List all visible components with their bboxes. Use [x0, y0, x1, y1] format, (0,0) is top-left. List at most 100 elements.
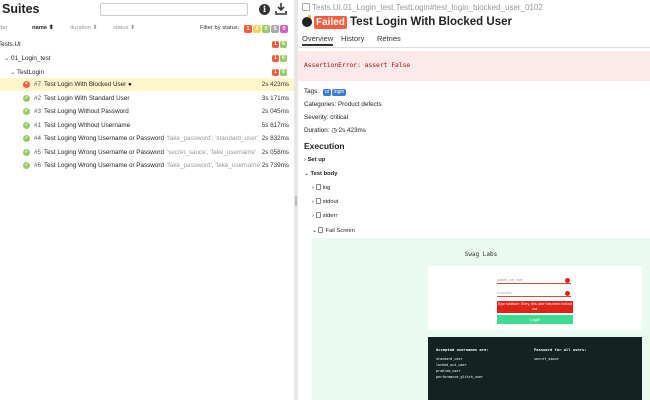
test-name: #5 Test Loging Wrong Username or Password… [34, 148, 257, 156]
filter-failed[interactable]: 1 [244, 25, 252, 33]
failed-count-badge: 1 [272, 69, 279, 76]
screenshot-error-banner: Epic sadface: Sorry, this user has been … [497, 301, 573, 313]
passed-status-icon: ✓ [23, 135, 30, 142]
sort-status[interactable]: status ⬍ [113, 25, 135, 31]
test-row[interactable]: ✓ #5 Test Loging Wrong Username or Passwor… [0, 146, 294, 159]
chevron-right-icon: › [312, 213, 314, 219]
tab-history[interactable]: History [341, 34, 364, 43]
severity: Severity: critical [304, 114, 349, 121]
categories: Categories: Product defects [304, 101, 382, 108]
password-heading: Password for all users: [534, 347, 587, 352]
password-value: secret_sauce [534, 357, 559, 361]
allure-report: Suites i order name ⬍ duration ⬍ status … [0, 0, 650, 400]
username-list: standard_user locked_out_user problem_us… [436, 357, 483, 379]
test-duration: 3s 171ms [261, 94, 289, 102]
suite-group-row[interactable]: ⌄ 01_Login_test 1 6 [0, 52, 294, 65]
page-title: Suites [2, 2, 40, 16]
test-row[interactable]: ✓ #2 Test Login With Standard User 3s 171ms [0, 92, 294, 105]
failed-count-badge: 1 [272, 55, 279, 62]
test-name: #3 Test Loging Without Password [34, 108, 129, 115]
filter-broken[interactable]: 8 [253, 25, 261, 33]
search-input[interactable] [100, 3, 248, 16]
test-name: #4 Test Loging Wrong Username or Password… [34, 135, 258, 142]
suite-group-row[interactable]: Tests.UI 1 6 [0, 38, 294, 51]
tags-row: Tags: ui login [304, 88, 347, 96]
step-fail-screen[interactable]: ⌄ Fail Screen [312, 227, 355, 234]
sort-order[interactable]: order [0, 25, 8, 31]
test-duration: 2s 423ms [261, 81, 289, 88]
test-duration: 2s 045ms [261, 108, 289, 115]
test-row[interactable]: ✓ #3 Test Loging Without Password 2s 045ms [0, 105, 294, 118]
clock-icon: ◷ [331, 127, 337, 134]
screenshot-password-field: •••••••••••• [497, 289, 571, 297]
test-params: 'secret_sauce', 'fake_username' [166, 148, 257, 156]
tag-ui: ui [322, 89, 331, 96]
suite-group-label: Tests.UI [0, 41, 21, 48]
chevron-down-icon: ⌄ [312, 228, 317, 234]
test-name: #2 Test Login With Standard User [34, 94, 130, 102]
suites-pane: Suites i order name ⬍ duration ⬍ status … [0, 0, 294, 400]
status-badge: Failed [314, 16, 347, 29]
chevron-right-icon: › [312, 185, 314, 191]
chevron-down-icon: ⌄ [304, 171, 309, 177]
chevron-down-icon[interactable]: ⌄ [4, 52, 11, 65]
test-params: 'fake_password', 'standard_user' [166, 135, 258, 142]
tag-login: login [331, 89, 347, 96]
passed-status-icon: ✓ [23, 108, 30, 115]
test-body-section[interactable]: ⌄ Test body [304, 171, 337, 177]
test-duration: 2s 832ms [261, 135, 289, 142]
tabs-divider [298, 47, 650, 48]
test-name: #1 Test Loging Without Username [34, 121, 131, 129]
passed-status-icon: ✓ [23, 148, 30, 156]
setup-section[interactable]: › Set up [304, 157, 325, 163]
info-icon[interactable]: i [259, 4, 270, 15]
tab-retries[interactable]: Retries [377, 34, 401, 43]
test-row[interactable]: ✓ #6 Test Loging Wrong Username or Passwor… [0, 159, 294, 172]
test-params: 'fake_password', 'fake_username' [166, 162, 262, 169]
tab-overview[interactable]: Overview [302, 34, 334, 46]
error-message: AssertionError: assert False [304, 62, 411, 69]
sort-duration[interactable]: duration ⬍ [70, 25, 97, 31]
screenshot-credentials-panel: Accepted usernames are: standard_user lo… [428, 337, 642, 400]
download-icon[interactable] [275, 2, 287, 15]
bomb-icon [302, 15, 312, 27]
duration: Duration: ◷ 2s 423ms [304, 127, 366, 134]
step-log[interactable]: › log [312, 184, 330, 191]
breadcrumb[interactable]: Tests.UI.01_Login_test.TestLogin#test_lo… [302, 3, 543, 12]
test-name: #7 Test Login With Blocked User ● [34, 81, 132, 88]
passed-count-badge: 6 [280, 55, 287, 62]
passed-count-badge: 6 [280, 69, 287, 76]
test-duration: 2s 739ms [261, 162, 289, 169]
test-duration: 2s 058ms [261, 148, 289, 156]
passed-status-icon: ✓ [23, 121, 30, 129]
divider-grip[interactable] [295, 196, 297, 206]
filter-skipped[interactable]: 0 [271, 25, 279, 33]
filter-passed[interactable]: 0 [262, 25, 270, 33]
sort-name[interactable]: name ⬍ [32, 25, 54, 31]
fail-screenshot[interactable]: Swag Labs locked_out_user •••••••••••• E… [312, 238, 650, 400]
screenshot-login-card: locked_out_user •••••••••••• Epic sadfac… [428, 266, 642, 330]
test-row[interactable]: ✓ #4 Test Loging Wrong Username or Passwor… [0, 132, 294, 145]
test-title: Test Login With Blocked User [350, 16, 512, 28]
step-stdout[interactable]: › stdout [312, 198, 338, 205]
passed-status-icon: ✓ [23, 162, 30, 169]
filter-unknown[interactable]: 0 [280, 25, 288, 33]
file-icon [315, 212, 321, 218]
filter-label: Filter by status: [200, 25, 240, 31]
test-detail-pane: Tests.UI.01_Login_test.TestLogin#test_lo… [298, 0, 650, 400]
step-stderr[interactable]: › stderr [312, 212, 337, 219]
screenshot-login-button: Login [497, 315, 573, 324]
test-row[interactable]: ✓ #1 Test Loging Without Username 5s 817ms [0, 119, 294, 132]
passed-status-icon: ✓ [23, 94, 30, 102]
test-row[interactable]: × #7 Test Login With Blocked User ● 2s 423m… [0, 78, 294, 91]
chevron-right-icon: › [312, 199, 314, 205]
screenshot-username-field: locked_out_user [497, 276, 571, 284]
suite-group-label: ⌄ 01_Login_test [4, 52, 51, 65]
failed-status-icon: × [23, 81, 30, 88]
copy-icon[interactable] [302, 3, 310, 11]
error-x-icon [565, 291, 570, 296]
passed-count-badge: 6 [280, 41, 287, 48]
test-name: #6 Test Loging Wrong Username or Password… [34, 162, 262, 169]
test-duration: 5s 817ms [261, 121, 289, 129]
failed-count-badge: 1 [272, 41, 279, 48]
